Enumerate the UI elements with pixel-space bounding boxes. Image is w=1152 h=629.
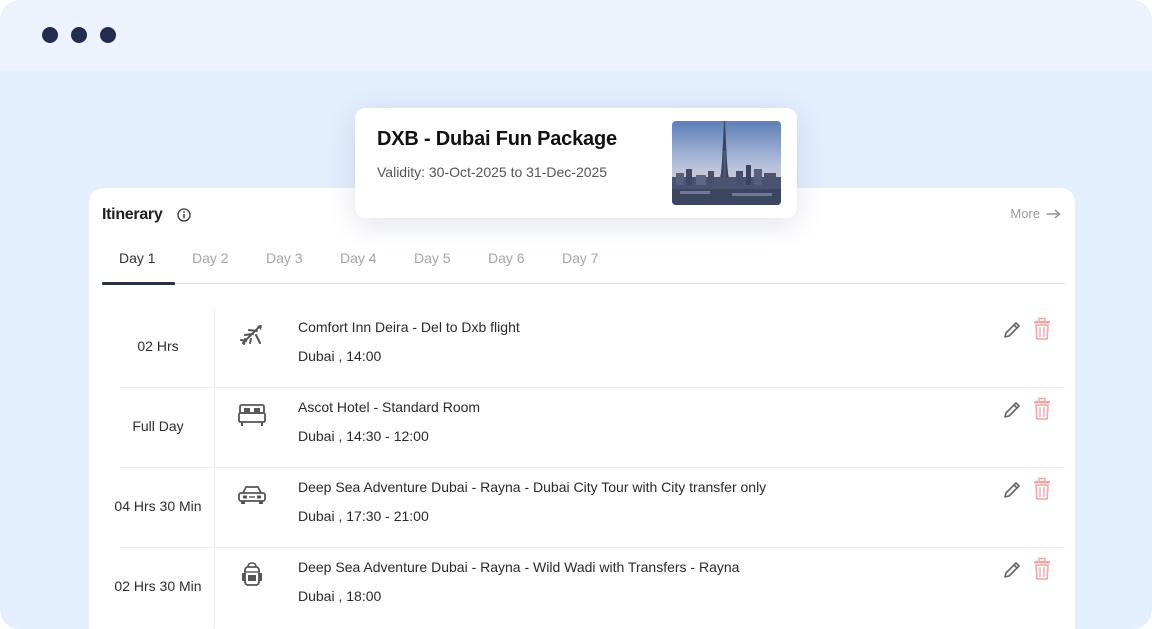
active-tab-indicator	[102, 282, 175, 285]
row-title: Comfort Inn Deira - Del to Dxb flight	[298, 319, 520, 335]
more-link[interactable]: More	[1010, 206, 1061, 221]
itinerary-row: 02 Hrs 30 Min Deep Sea Adventure Dubai -…	[102, 548, 1065, 628]
edit-pencil-icon[interactable]	[1002, 320, 1022, 340]
delete-trash-icon[interactable]	[1031, 477, 1053, 501]
tab-day-1[interactable]: Day 1	[119, 250, 156, 266]
row-duration: 04 Hrs 30 Min	[114, 498, 202, 514]
row-duration: Full Day	[132, 418, 184, 434]
row-title: Deep Sea Adventure Dubai - Rayna - Dubai…	[298, 479, 767, 495]
row-subtitle: Dubai , 14:00	[298, 348, 382, 364]
package-card[interactable]: DXB - Dubai Fun Package Validity: 30-Oct…	[355, 108, 797, 218]
window-maximize-button[interactable]	[100, 27, 116, 43]
tab-day-5[interactable]: Day 5	[414, 250, 451, 266]
edit-pencil-icon[interactable]	[1002, 480, 1022, 500]
backpack-icon	[242, 562, 262, 586]
row-divider	[214, 308, 215, 388]
flight-icon	[240, 325, 262, 345]
tab-day-4[interactable]: Day 4	[340, 250, 377, 266]
tab-day-3[interactable]: Day 3	[266, 250, 303, 266]
row-subtitle: Dubai , 17:30 - 21:00	[298, 508, 429, 524]
package-validity: Validity: 30-Oct-2025 to 31-Dec-2025	[377, 164, 608, 180]
delete-trash-icon[interactable]	[1031, 317, 1053, 341]
itinerary-title: Itinerary	[102, 206, 163, 223]
window-minimize-button[interactable]	[71, 27, 87, 43]
itinerary-row: 02 Hrs Comfort Inn Deira - Del to Dxb fl…	[102, 308, 1065, 388]
row-title: Deep Sea Adventure Dubai - Rayna - Wild …	[298, 559, 740, 575]
more-label: More	[1010, 206, 1040, 221]
itinerary-row: Full Day Ascot Hotel - Standard Room Dub…	[102, 388, 1065, 468]
window-close-button[interactable]	[42, 27, 58, 43]
edit-pencil-icon[interactable]	[1002, 400, 1022, 420]
delete-trash-icon[interactable]	[1031, 397, 1053, 421]
itinerary-panel: Itinerary More Day 1 Day 2 Day 3 Day 4 D…	[89, 188, 1075, 629]
row-divider	[214, 468, 215, 548]
title-bar	[0, 0, 1152, 70]
row-divider	[214, 548, 215, 628]
delete-trash-icon[interactable]	[1031, 557, 1053, 581]
arrow-right-icon	[1046, 208, 1061, 219]
edit-pencil-icon[interactable]	[1002, 560, 1022, 580]
package-title: DXB - Dubai Fun Package	[377, 128, 617, 150]
app-window: Itinerary More Day 1 Day 2 Day 3 Day 4 D…	[0, 0, 1152, 629]
itinerary-row: 04 Hrs 30 Min Deep Sea Adventure Dubai -…	[102, 468, 1065, 548]
row-duration: 02 Hrs	[137, 338, 179, 354]
row-duration: 02 Hrs 30 Min	[114, 578, 202, 594]
row-title: Ascot Hotel - Standard Room	[298, 399, 481, 415]
row-subtitle: Dubai , 18:00	[298, 588, 382, 604]
row-divider	[214, 388, 215, 468]
row-subtitle: Dubai , 14:30 - 12:00	[298, 428, 429, 444]
tab-day-7[interactable]: Day 7	[562, 250, 599, 266]
info-icon[interactable]	[177, 208, 191, 222]
tab-day-6[interactable]: Day 6	[488, 250, 525, 266]
dubai-skyline-photo	[672, 121, 781, 205]
tab-day-2[interactable]: Day 2	[192, 250, 229, 266]
day-tabs: Day 1 Day 2 Day 3 Day 4 Day 5 Day 6 Day …	[102, 238, 1065, 285]
bed-icon	[238, 404, 266, 426]
car-icon	[238, 486, 266, 504]
